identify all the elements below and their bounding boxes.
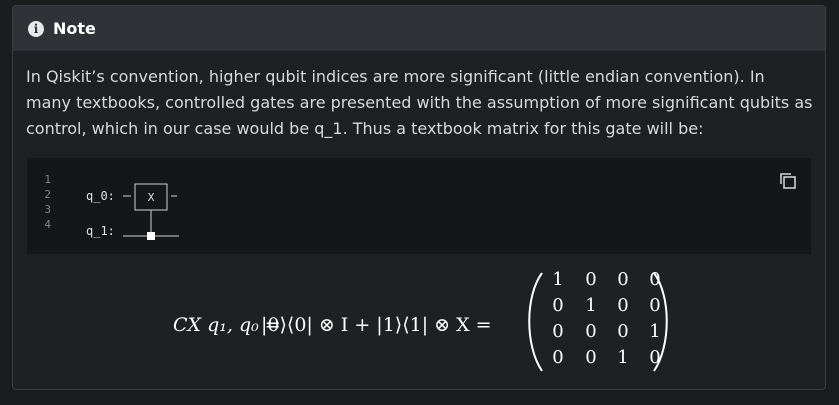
- note-paragraph: In Qiskit’s convention, higher qubit ind…: [26, 67, 813, 138]
- matrix-cell: 0: [552, 347, 563, 368]
- matrix-cell: 0: [585, 321, 596, 342]
- note-header: i Note: [13, 6, 825, 51]
- line-numbers: 1 2 3 4: [27, 172, 61, 232]
- note-title: Note: [53, 19, 96, 38]
- matrix-cell: 0: [617, 321, 628, 342]
- matrix-cell: 1: [552, 269, 563, 290]
- line-number: 4: [44, 218, 51, 231]
- matrix-cell: 0: [585, 347, 596, 368]
- equation-middle: |0⟩⟨0| ⊗ I + |1⟩⟨1| ⊗ X =: [261, 314, 492, 336]
- matrix-cell: 0: [585, 269, 596, 290]
- matrix-cell: 0: [617, 295, 628, 316]
- circuit-drawing: X: [123, 183, 179, 240]
- line-number: 2: [44, 188, 51, 201]
- matrix-cell: 1: [585, 295, 596, 316]
- equation-display: CX q₁, q₀ = |0⟩⟨0| ⊗ I + |1⟩⟨1| ⊗ X = 10…: [13, 261, 825, 381]
- matrix-left-paren: [528, 272, 543, 372]
- control-dot: [147, 232, 155, 240]
- note-admonition: i Note In Qiskit’s convention, higher qu…: [12, 5, 826, 390]
- matrix-cell: 0: [649, 347, 660, 368]
- x-gate-label: X: [148, 191, 155, 204]
- matrix-cell: 0: [649, 269, 660, 290]
- matrix-cell: 0: [617, 269, 628, 290]
- matrix-cells: 1 0 0 00 1 0 00 0 0 10 0 1 0: [552, 269, 660, 368]
- matrix-cell: 1: [617, 347, 628, 368]
- equation-svg: CX q₁, q₀ = |0⟩⟨0| ⊗ I + |1⟩⟨1| ⊗ X = 10…: [173, 269, 668, 372]
- code-block: 1 2 3 4 q_0: q_1: X: [27, 158, 811, 254]
- matrix-cell: 1: [649, 321, 660, 342]
- matrix-cell: 0: [649, 295, 660, 316]
- line-number: 1: [44, 173, 51, 186]
- q1-label: q_1:: [86, 224, 115, 238]
- matrix-cell: 0: [552, 321, 563, 342]
- info-icon: i: [28, 20, 44, 37]
- matrix-cell: 0: [552, 295, 563, 316]
- line-number: 3: [44, 203, 51, 216]
- q0-label: q_0:: [86, 189, 115, 203]
- copy-icon[interactable]: [779, 172, 797, 190]
